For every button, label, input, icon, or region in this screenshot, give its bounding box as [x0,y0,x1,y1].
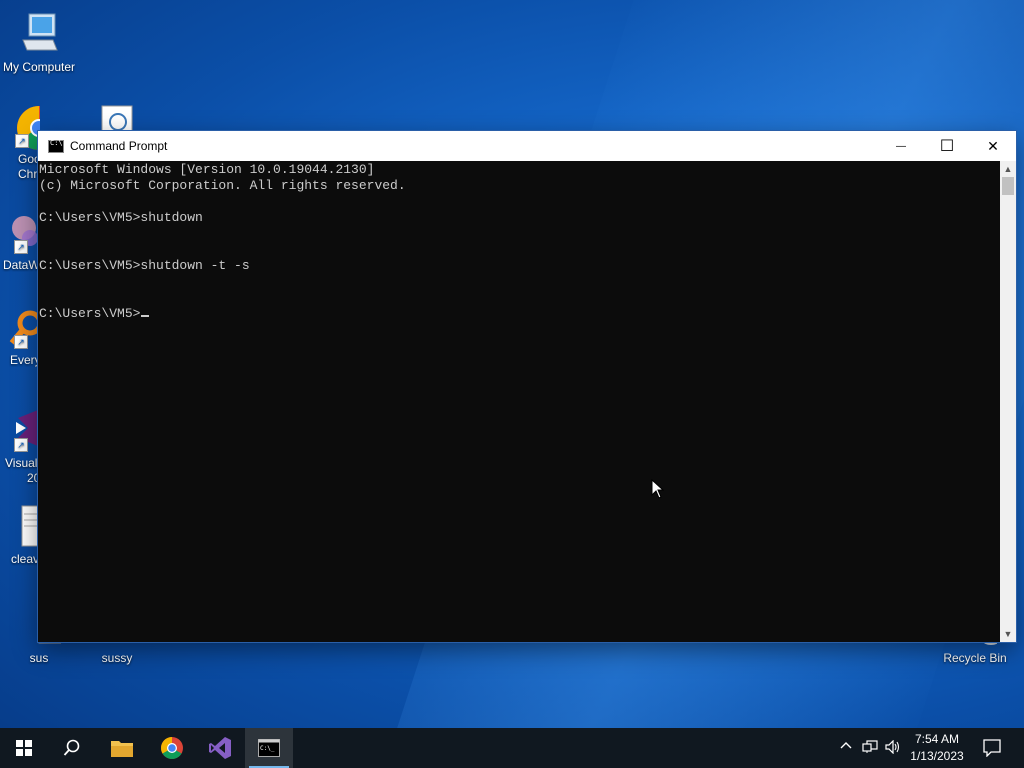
taskbar-google-chrome[interactable] [148,728,196,768]
maximize-button[interactable]: ☐ [924,131,970,161]
windows-logo-icon [16,740,32,756]
desktop-icon-label: Chr [18,167,38,181]
console-line: (c) Microsoft Corporation. All rights re… [39,178,406,193]
desktop-icon-label: sussy [101,651,133,665]
chrome-icon: ↗ [15,104,40,150]
scroll-up-arrow-icon[interactable]: ▲ [1000,161,1016,177]
desktop-icon-label: sus [29,651,49,665]
action-center-icon[interactable] [983,739,1001,760]
scrollbar-thumb[interactable] [1002,177,1014,195]
shortcut-arrow-icon: ↗ [14,335,28,349]
clock-time: 7:54 AM [914,732,960,746]
maximize-icon: ☐ [939,138,955,155]
console-prompt-line: C:\Users\VM5> [39,306,1000,322]
minimize-button[interactable]: — [878,131,924,161]
svg-text:C:\_: C:\_ [260,745,275,752]
visual-studio-icon: ↗ [0,408,40,452]
text-file-icon [0,504,40,548]
shortcut-arrow-icon: ↗ [14,240,28,254]
command-prompt-window[interactable]: Command Prompt — ☐ ✕ Microsoft Windows [… [38,131,1016,642]
visual-studio-icon [209,737,231,759]
console-line: C:\Users\VM5>shutdown -t -s [39,258,250,273]
desktop-icon-my-computer[interactable]: My Computer [1,12,77,74]
folder-icon [111,741,133,757]
taskbar-command-prompt[interactable]: C:\_ [245,728,293,768]
desktop-icon-google-chrome[interactable]: ↗ Goo Chr [0,104,40,182]
scroll-down-arrow-icon[interactable]: ▼ [1000,626,1016,642]
taskbar: C:\_ 7:54 AM 1/13/2023 [0,728,1024,768]
text-cursor [141,315,150,317]
shortcut-arrow-icon: ↗ [14,438,28,452]
command-prompt-icon: C:\_ [258,739,280,757]
clock-date: 1/13/2023 [910,749,964,763]
console-prompt: C:\Users\VM5> [39,306,141,321]
volume-icon[interactable] [885,739,901,757]
desktop-icon-label: Visual [5,456,38,470]
title-bar[interactable]: Command Prompt — ☐ ✕ [38,131,1016,161]
vertical-scrollbar[interactable]: ▲ ▼ [1000,161,1016,642]
everything-icon: ↗ [0,305,40,349]
window-title: Command Prompt [70,139,168,153]
show-hidden-icons-chevron-icon[interactable] [840,740,852,755]
taskbar-visual-studio[interactable] [196,728,244,768]
taskbar-clock[interactable]: 7:54 AM 1/13/2023 [902,731,972,765]
console-line: C:\Users\VM5>shutdown [39,210,203,225]
search-icon [63,739,80,756]
desktop-icon-label: My Computer [2,60,76,74]
desktop-icon-label: Goo [18,152,40,166]
network-icon[interactable] [862,740,878,757]
command-prompt-icon [48,139,64,153]
chrome-icon [161,737,183,759]
desktop: My Computer ↗ Goo Chr ↗ DataW ↗ Every ↗ … [0,0,1024,768]
desktop-icon-everything[interactable]: ↗ Every [0,305,40,367]
desktop-icon-visual-studio[interactable]: ↗ Visual 20 [0,408,40,486]
close-icon: ✕ [987,137,999,154]
desktop-icon-label: cleav [11,552,40,566]
taskbar-file-explorer[interactable] [98,728,146,768]
desktop-icon-datawrapper[interactable]: ↗ DataW [0,210,40,272]
minimize-icon: — [896,140,906,152]
datawrapper-icon: ↗ [0,210,40,254]
document-icon [98,104,138,135]
desktop-icon-label: Recycle Bin [943,651,1007,665]
console-line: Microsoft Windows [Version 10.0.19044.21… [39,162,375,177]
search-button[interactable] [48,728,96,768]
desktop-icon-label: DataW [3,258,40,272]
desktop-icon-cleav[interactable]: cleav [0,504,40,566]
mouse-pointer-icon [651,478,665,504]
start-button[interactable] [0,728,48,768]
shortcut-arrow-icon: ↗ [15,134,29,148]
console-output[interactable]: Microsoft Windows [Version 10.0.19044.21… [38,161,1000,642]
close-button[interactable]: ✕ [970,131,1016,161]
computer-icon [17,12,61,56]
desktop-icon-label: Every [10,353,40,367]
